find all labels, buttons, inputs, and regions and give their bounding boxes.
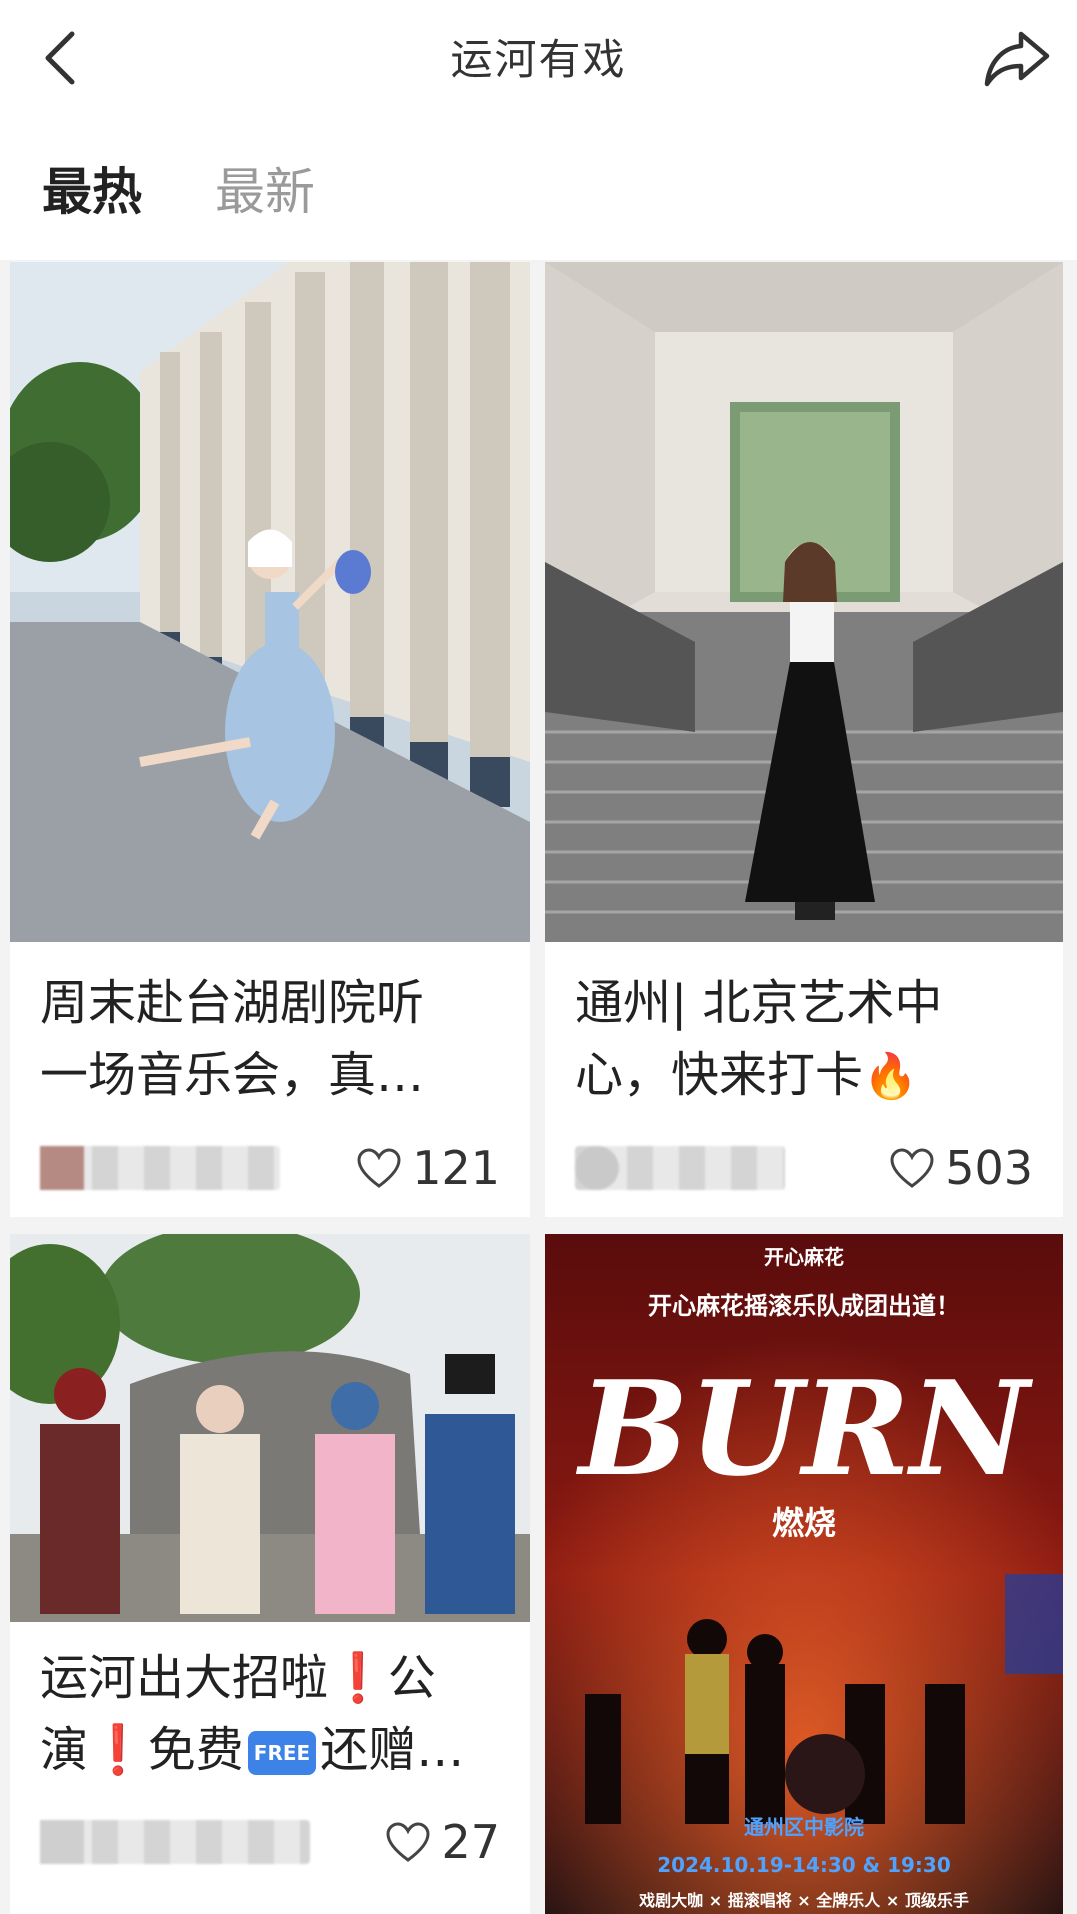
like-button[interactable]: 121: [356, 1140, 500, 1196]
tab-latest[interactable]: 最新: [215, 152, 315, 224]
post-card-3[interactable]: 运河出大招啦❗公 演❗免费 FREE 还赠… 27: [10, 1234, 530, 1914]
like-count: 27: [441, 1815, 500, 1869]
fire-emoji-icon: 🔥: [863, 1051, 918, 1102]
poster-title-cn-text: 燃烧: [772, 1504, 836, 1542]
post-cover-image: [10, 1234, 530, 1622]
poster-headline-text: 开心麻花摇滚乐队成团出道！: [648, 1292, 960, 1320]
avatar: [575, 1146, 619, 1190]
like-count: 121: [412, 1141, 500, 1195]
post-card-4[interactable]: 开心麻花 开心麻花摇滚乐队成团出道！ BURN 燃烧 通州区中影院 2024.1…: [545, 1234, 1063, 1914]
author-blurred[interactable]: [40, 1820, 310, 1864]
post-title: 周末赴台湖剧院听 一场音乐会，真…: [40, 975, 425, 1103]
concert-poster-image: 开心麻花 开心麻花摇滚乐队成团出道！ BURN 燃烧 通州区中影院 2024.1…: [545, 1234, 1063, 1914]
free-badge-icon: FREE: [247, 1731, 317, 1775]
top-nav-bar: 运河有戏: [0, 0, 1077, 110]
like-button[interactable]: 27: [385, 1814, 500, 1870]
post-cover-image: [545, 262, 1063, 942]
avatar: [40, 1146, 84, 1190]
poster-venue-text: 通州区中影院: [744, 1815, 864, 1839]
post-cover-image: [10, 262, 530, 942]
page-title: 运河有戏: [450, 35, 627, 84]
like-count: 503: [945, 1141, 1033, 1195]
post-title: 运河出大招啦❗公 演❗免费 FREE 还赠…: [40, 1650, 465, 1778]
exclamation-icon: ❗: [328, 1650, 388, 1706]
poster-brand-text: 开心麻花: [764, 1245, 844, 1269]
poster-bottom-text: 戏剧大咖 × 摇滚唱将 × 全牌乐人 × 顶级乐手: [638, 1891, 969, 1910]
heart-icon: [890, 1148, 934, 1188]
post-title: 通州| 北京艺术中 心，快来打卡🔥: [575, 975, 943, 1103]
poster-date-text: 2024.10.19-14:30 & 19:30: [657, 1853, 951, 1877]
avatar: [40, 1820, 84, 1864]
heart-icon: [386, 1822, 430, 1862]
post-card-2[interactable]: 通州| 北京艺术中 心，快来打卡🔥 503: [545, 262, 1063, 1217]
sort-tabs: 最热 最新: [0, 110, 1077, 260]
post-meta: 121: [40, 1140, 500, 1196]
post-meta: 503: [575, 1140, 1033, 1196]
heart-icon: [357, 1148, 401, 1188]
author-blurred[interactable]: [40, 1146, 280, 1190]
exclamation-icon: ❗: [88, 1722, 148, 1778]
post-meta: 27: [40, 1814, 500, 1870]
tab-hottest[interactable]: 最热: [42, 152, 142, 224]
share-icon[interactable]: [981, 22, 1053, 94]
author-blurred[interactable]: [575, 1146, 785, 1190]
post-card-1[interactable]: 周末赴台湖剧院听 一场音乐会，真… 121: [10, 262, 530, 1217]
poster-title-text: BURN: [575, 1352, 1033, 1505]
like-button[interactable]: 503: [889, 1140, 1033, 1196]
